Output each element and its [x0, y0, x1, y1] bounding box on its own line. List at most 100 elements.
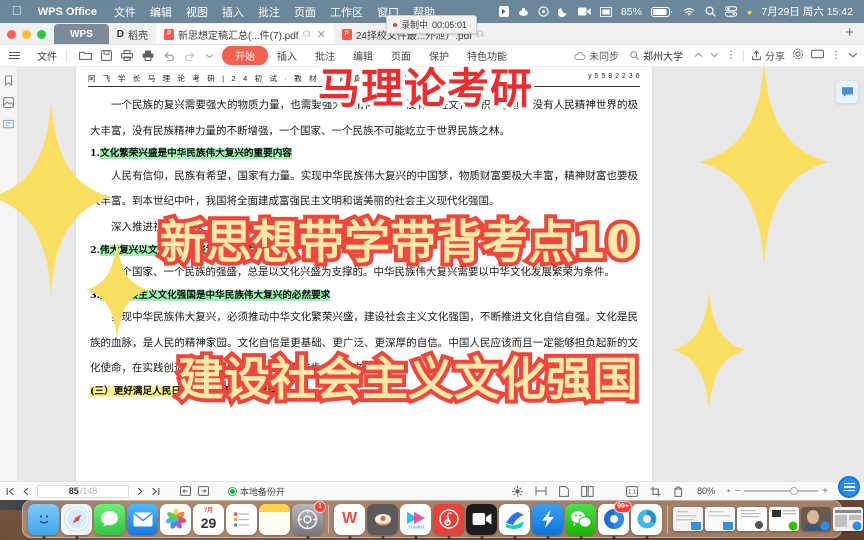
collapse-ribbon-icon[interactable] — [848, 50, 858, 61]
comment-icon[interactable]: ☊ — [476, 29, 484, 40]
fit-width-icon[interactable] — [180, 486, 191, 496]
messages-icon[interactable] — [94, 503, 125, 535]
presentation-screen-icon[interactable] — [811, 49, 824, 63]
wps-assistant-button[interactable] — [838, 476, 860, 498]
thumbnail-panel-icon[interactable] — [3, 95, 14, 108]
menubar-datetime[interactable]: 7月29日 周六 15:42 — [761, 4, 853, 19]
record-circle-icon[interactable] — [538, 6, 549, 17]
undo-icon[interactable] — [163, 51, 175, 61]
finder-icon[interactable] — [28, 503, 59, 535]
comment-icon[interactable]: ☊ — [303, 29, 311, 40]
redo-icon[interactable] — [184, 51, 196, 61]
save-icon[interactable] — [101, 50, 112, 61]
quicktime-icon[interactable] — [367, 503, 398, 535]
first-page-icon[interactable] — [6, 487, 15, 496]
minimized-window-4[interactable] — [769, 507, 799, 531]
floating-chat-icon[interactable] — [836, 81, 858, 103]
zoom-in-button[interactable]: + — [822, 486, 828, 497]
wifi-icon[interactable] — [682, 6, 696, 17]
system-preferences-icon[interactable]: 1 — [292, 500, 326, 535]
apple-icon[interactable]:  — [8, 4, 31, 19]
ribbon-tab-comment[interactable]: 批注 — [306, 47, 344, 64]
control-center-icon[interactable] — [724, 6, 738, 17]
input-source-icon[interactable] — [498, 6, 509, 17]
document-scroll-area[interactable]: 阿 飞 学 长 马 理 论 考 研 | 2 4 初 试 · 教 材 带 背 真 … — [18, 67, 864, 481]
backup-status[interactable]: 本地备份开 — [229, 485, 285, 498]
calendar-icon[interactable]: 7月 29 — [193, 503, 224, 535]
menu-item-page[interactable]: 页面 — [287, 4, 323, 20]
menu-item-workspace[interactable]: 工作区 — [323, 4, 370, 20]
double-page-icon[interactable] — [581, 485, 594, 497]
ribbon-tab-features[interactable]: 特色功能 — [458, 47, 516, 64]
mail-icon[interactable] — [127, 503, 158, 535]
reminders-icon[interactable] — [226, 503, 257, 535]
safari-icon[interactable] — [61, 503, 92, 535]
screen-recorder-icon[interactable] — [466, 503, 497, 535]
brightness-icon[interactable] — [512, 485, 524, 497]
fit-page-icon[interactable] — [198, 486, 209, 496]
menu-hamburger-icon[interactable] — [6, 52, 28, 59]
search-icon[interactable] — [705, 6, 716, 17]
chevron-down-icon[interactable] — [205, 53, 214, 59]
menu-item-insert[interactable]: 插入 — [215, 4, 251, 20]
more-options-icon[interactable]: ⋮ — [831, 50, 841, 61]
qq-music-icon[interactable]: 99+ — [598, 500, 632, 535]
photos-icon[interactable] — [160, 503, 191, 535]
notes-icon[interactable] — [259, 503, 290, 535]
wechat-icon[interactable] — [565, 503, 596, 535]
menu-app-name[interactable]: WPS Office — [31, 6, 107, 18]
split-view-icon[interactable] — [535, 486, 547, 496]
do-not-disturb-moon-icon[interactable] — [557, 6, 569, 17]
rotate-icon[interactable] — [674, 485, 685, 497]
window-traffic-lights[interactable] — [6, 30, 54, 44]
close-tab-icon[interactable]: ✕ — [315, 28, 326, 41]
menu-item-file[interactable]: 文件 — [107, 4, 143, 20]
ribbon-tab-start[interactable]: 开始 — [222, 46, 268, 65]
sync-status[interactable]: 未同步 — [574, 48, 619, 63]
youku-icon[interactable]: YOUKU — [400, 503, 431, 535]
ribbon-tab-insert[interactable]: 插入 — [268, 47, 306, 64]
zoom-knob[interactable] — [790, 487, 799, 496]
new-tab-button[interactable]: + — [845, 24, 864, 44]
feishu-icon[interactable] — [499, 503, 530, 535]
recording-indicator[interactable]: 录制中 00:05:01 — [386, 15, 478, 34]
tab-docer[interactable]: D 稻壳 — [109, 24, 156, 44]
tab-wps-home[interactable]: WPS — [54, 24, 109, 44]
crop-icon[interactable] — [650, 486, 662, 497]
menu-item-edit[interactable]: 编辑 — [143, 4, 179, 20]
page-number-input[interactable]: 85 /148 — [37, 484, 129, 498]
minimized-window-3[interactable] — [737, 507, 767, 531]
search-input[interactable]: 郑州大学 — [626, 47, 687, 64]
share-button[interactable]: 分享 — [751, 48, 785, 63]
search-next-icon[interactable] — [710, 50, 719, 61]
search-more-icon[interactable]: ⋮ — [726, 50, 736, 61]
ribbon-tab-page[interactable]: 页面 — [382, 47, 420, 64]
zoom-slider[interactable]: • − + — [727, 486, 828, 497]
thumbnail-icon[interactable]: 1:1 — [626, 485, 639, 497]
zoom-track[interactable] — [744, 487, 819, 496]
zoom-out-button[interactable]: − — [734, 486, 740, 497]
minimized-window-1[interactable] — [673, 507, 703, 531]
tab-document-1[interactable]: P 新思想定稿汇总(...件(7).pdf ☊ ✕ — [156, 24, 334, 44]
menu-item-view[interactable]: 视图 — [179, 4, 215, 20]
prev-page-icon[interactable] — [22, 487, 30, 496]
ribbon-tab-edit[interactable]: 编辑 — [344, 47, 382, 64]
print-filled-icon[interactable] — [142, 50, 154, 61]
screenshot-icon[interactable] — [518, 6, 529, 17]
ribbon-file-menu[interactable]: 文件 — [28, 48, 66, 63]
maximize-window-button[interactable] — [37, 30, 46, 39]
browser-icon[interactable] — [631, 503, 662, 535]
bookmark-icon[interactable] — [3, 73, 14, 87]
minimized-window-2[interactable] — [705, 507, 735, 531]
menu-item-comment[interactable]: 批注 — [251, 4, 287, 20]
camera-icon[interactable] — [577, 7, 591, 16]
dingtalk-icon[interactable] — [532, 503, 563, 535]
close-window-button[interactable] — [7, 30, 16, 39]
last-page-icon[interactable] — [151, 487, 160, 496]
keyboard-icon[interactable] — [599, 6, 612, 17]
annotation-panel-icon[interactable] — [3, 117, 14, 129]
wps-office-icon[interactable]: W — [334, 503, 365, 535]
single-page-icon[interactable] — [559, 485, 570, 497]
netease-music-icon[interactable] — [433, 503, 464, 535]
minimized-window-6[interactable] — [833, 507, 863, 531]
